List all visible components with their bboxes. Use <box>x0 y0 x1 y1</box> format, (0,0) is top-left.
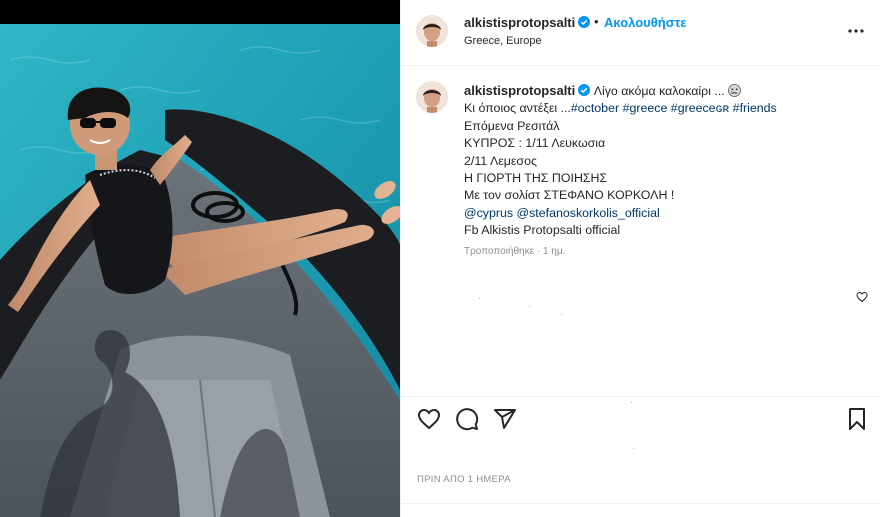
caption-line-4: ΚΥΠΡΟΣ : 1/11 Λευκωσια <box>464 136 606 151</box>
mention-link[interactable]: @cyprus <box>464 206 513 220</box>
caption-line-5: 2/11 Λεμεσος <box>464 153 537 168</box>
mention-link[interactable]: @stefanoskorkolis_official <box>517 206 660 220</box>
post-header: alkistisprotopsalti • Ακολουθήστε Greece… <box>401 0 880 66</box>
caption-line-2-text: Κι όποιος αντέξει ... <box>464 101 571 116</box>
author-avatar[interactable] <box>416 15 448 47</box>
loading-dot <box>561 314 562 315</box>
loading-dot <box>633 448 634 449</box>
hashtag-link[interactable]: #greeceɢʀ <box>671 101 729 115</box>
caption-line-1: alkistisprotopsalti Λίγο ακόμα καλοκαίρι… <box>464 82 864 100</box>
author-username[interactable]: alkistisprotopsalti <box>464 15 591 30</box>
caption-text: alkistisprotopsalti Λίγο ακόμα καλοκαίρι… <box>464 82 864 240</box>
post-details-panel: alkistisprotopsalti • Ακολουθήστε Greece… <box>400 0 880 517</box>
edited-timestamp: Τροποποιήθηκε · 1 ημ. <box>464 246 566 257</box>
caption-avatar[interactable] <box>416 81 448 113</box>
more-options-icon[interactable] <box>847 22 865 40</box>
follow-button[interactable]: Ακολουθήστε <box>604 15 687 30</box>
comment-like-heart-icon[interactable] <box>856 291 868 303</box>
caption-line-2: Κι όποιος αντέξει ...#october #greece #g… <box>464 100 864 117</box>
caption-line-6: Η ΓΙΟΡΤΗ ΤΗΣ ΠΟΙΗΣΗΣ <box>464 171 608 186</box>
caption-section: alkistisprotopsalti Λίγο ακόμα καλοκαίρι… <box>401 66 880 403</box>
hashtag-link[interactable]: #friends <box>733 101 777 115</box>
post-image <box>0 0 400 517</box>
post-location[interactable]: Greece, Europe <box>464 35 542 47</box>
action-bar <box>401 396 880 436</box>
loading-dot <box>529 306 530 307</box>
loading-dot <box>479 298 480 299</box>
verified-badge-icon <box>578 16 591 28</box>
author-username-text[interactable]: alkistisprotopsalti <box>464 15 575 30</box>
post-timestamp[interactable]: ΠΡΙΝ ΑΠΟ 1 ΗΜΕΡΑ <box>417 474 511 485</box>
caption-first-line: Λίγο ακόμα καλοκαίρι ... <box>593 84 725 98</box>
caption-line-3: Επόμενα Ρεσιτάλ <box>464 118 560 133</box>
comment-icon[interactable] <box>455 407 479 431</box>
bookmark-icon[interactable] <box>845 407 869 431</box>
caption-username[interactable]: alkistisprotopsalti <box>464 83 575 98</box>
caption-line-9: Fb Alkistis Protopsalti official <box>464 223 621 238</box>
add-comment-bar[interactable] <box>401 503 880 517</box>
hashtag-link[interactable]: #greece <box>623 101 668 115</box>
crying-face-emoji <box>728 84 742 97</box>
verified-badge-icon <box>578 84 591 96</box>
post-photo[interactable] <box>0 0 400 517</box>
send-icon[interactable] <box>493 407 517 431</box>
follow-separator: • <box>594 14 599 29</box>
heart-icon[interactable] <box>417 407 441 431</box>
caption-line-8: @cyprus @stefanoskorkolis_official <box>464 205 864 222</box>
hashtag-link[interactable]: #october <box>571 101 619 115</box>
caption-line-7: Με τον σολίστ ΣΤΕΦΑΝΟ ΚΟΡΚΟΛΗ ! <box>464 188 675 203</box>
